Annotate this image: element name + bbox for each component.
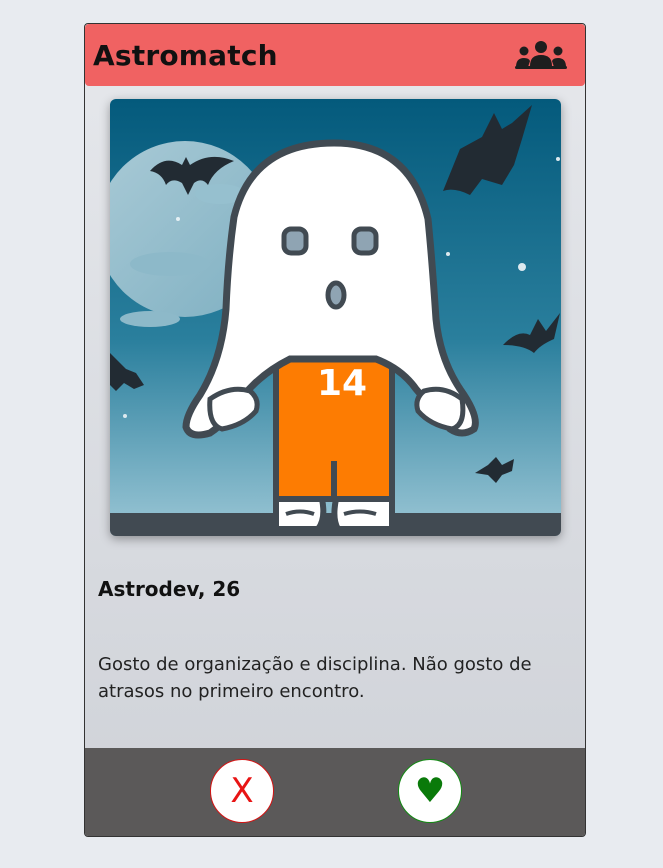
profile-card: Astromatch 14 Astrodev, 26 Gosto de orga…: [84, 23, 586, 837]
jersey-number: 14: [317, 363, 367, 404]
group-people-icon[interactable]: [515, 40, 567, 70]
app-title: Astromatch: [93, 38, 278, 72]
profile-name-age: Astrodev, 26: [98, 577, 241, 601]
profile-bio: Gosto de organização e disciplina. Não g…: [98, 654, 532, 702]
action-bar: X ♥: [85, 748, 585, 836]
reject-button[interactable]: X: [210, 759, 274, 823]
app-header: Astromatch: [85, 24, 585, 86]
profile-photo: 14: [110, 99, 561, 536]
like-button[interactable]: ♥: [398, 759, 462, 823]
